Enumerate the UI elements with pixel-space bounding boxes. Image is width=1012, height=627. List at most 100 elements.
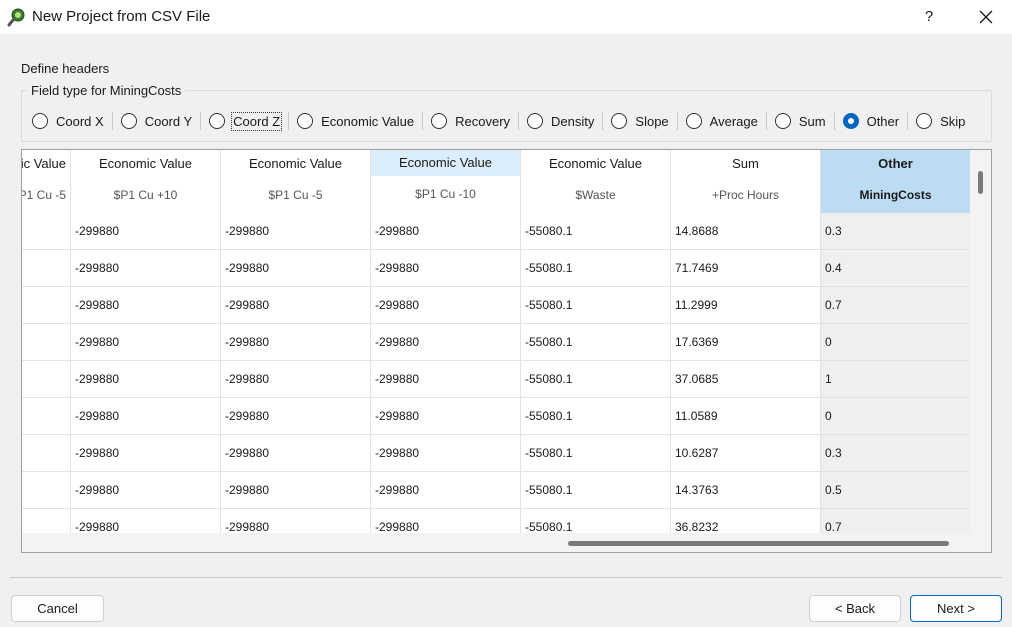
radio-circle[interactable] xyxy=(527,113,544,129)
radio-separator xyxy=(288,112,290,130)
table-cell[interactable] xyxy=(22,398,71,435)
table-cell[interactable]: -299880 xyxy=(71,472,221,509)
radio-economic-value[interactable]: Economic Value xyxy=(297,111,414,131)
table-cell[interactable]: -55080.1 xyxy=(521,472,671,509)
table-cell[interactable]: 11.2999 xyxy=(671,287,821,324)
table-cell[interactable]: -299880 xyxy=(221,287,371,324)
column-header[interactable]: Economic Value $P1 Cu -5 xyxy=(221,150,371,213)
table-cell[interactable]: -55080.1 xyxy=(521,398,671,435)
table-cell[interactable]: -55080.1 xyxy=(521,435,671,472)
table-cell[interactable] xyxy=(22,287,71,324)
table-cell[interactable] xyxy=(22,472,71,509)
title-bar: New Project from CSV File ? xyxy=(0,0,1012,34)
next-button[interactable]: Next > xyxy=(910,595,1002,622)
help-button[interactable]: ? xyxy=(912,3,946,31)
table-cell[interactable]: -299880 xyxy=(71,361,221,398)
radio-circle[interactable] xyxy=(32,113,48,129)
table-cell[interactable]: 0 xyxy=(821,398,971,435)
table-cell[interactable]: 14.3763 xyxy=(671,472,821,509)
column-header[interactable]: Economic Value $P1 Cu +10 xyxy=(71,150,221,213)
radio-coord-x[interactable]: Coord X xyxy=(32,111,104,131)
vertical-scrollbar-thumb[interactable] xyxy=(978,171,983,194)
table-cell[interactable] xyxy=(22,213,71,250)
radio-slope[interactable]: Slope xyxy=(611,111,669,131)
table-cell[interactable]: -299880 xyxy=(71,287,221,324)
table-cell[interactable]: 17.6369 xyxy=(671,324,821,361)
table-cell[interactable]: -299880 xyxy=(221,361,371,398)
radio-coord-y[interactable]: Coord Y xyxy=(120,111,192,131)
table-cell[interactable]: -299880 xyxy=(371,250,521,287)
radio-circle[interactable] xyxy=(209,113,226,129)
radio-skip[interactable]: Skip xyxy=(916,111,965,131)
horizontal-scrollbar-thumb[interactable] xyxy=(568,541,949,546)
column-header[interactable]: Economic Value $Waste xyxy=(521,150,671,213)
radio-circle[interactable] xyxy=(120,113,137,129)
table-cell[interactable] xyxy=(22,250,71,287)
radio-circle-checked[interactable] xyxy=(842,113,859,129)
table-cell[interactable]: -299880 xyxy=(371,472,521,509)
table-cell[interactable]: -299880 xyxy=(221,398,371,435)
table-cell[interactable]: -55080.1 xyxy=(521,213,671,250)
radio-separator xyxy=(422,112,424,130)
table-cell[interactable]: 0.4 xyxy=(821,250,971,287)
table-cell[interactable] xyxy=(22,435,71,472)
table-cell[interactable]: 0.7 xyxy=(821,287,971,324)
table-cell[interactable]: -299880 xyxy=(371,287,521,324)
radio-circle[interactable] xyxy=(774,113,791,129)
table-cell[interactable]: -55080.1 xyxy=(521,250,671,287)
column-header[interactable]: Sum +Proc Hours xyxy=(671,150,821,213)
close-button[interactable] xyxy=(966,3,1006,31)
table-cell[interactable]: -299880 xyxy=(71,435,221,472)
radio-recovery[interactable]: Recovery xyxy=(431,111,510,131)
table-cell[interactable]: -299880 xyxy=(371,398,521,435)
radio-other[interactable]: Other xyxy=(842,111,899,131)
radio-circle[interactable] xyxy=(685,113,702,129)
table-cell[interactable]: 11.0589 xyxy=(671,398,821,435)
table-cell[interactable]: -299880 xyxy=(71,324,221,361)
radio-circle[interactable] xyxy=(916,113,933,129)
table-cell[interactable]: 0.3 xyxy=(821,435,971,472)
section-title: Define headers xyxy=(21,61,110,76)
table-cell[interactable]: 14.8688 xyxy=(671,213,821,250)
table-cell[interactable]: 0.3 xyxy=(821,213,971,250)
table-cell[interactable]: 1 xyxy=(821,361,971,398)
table-cell[interactable]: 37.0685 xyxy=(671,361,821,398)
table-cell[interactable]: -299880 xyxy=(371,435,521,472)
radio-average[interactable]: Average xyxy=(685,111,758,131)
back-button[interactable]: < Back xyxy=(809,595,901,622)
vertical-scrollbar[interactable] xyxy=(970,150,991,533)
table-cell[interactable]: 10.6287 xyxy=(671,435,821,472)
table-cell[interactable] xyxy=(22,361,71,398)
table-cell[interactable] xyxy=(22,324,71,361)
table-cell[interactable]: -299880 xyxy=(221,324,371,361)
table-cell[interactable]: 71.7469 xyxy=(671,250,821,287)
table-cell[interactable]: -299880 xyxy=(71,398,221,435)
radio-sum[interactable]: Sum xyxy=(774,111,826,131)
table-cell[interactable]: -55080.1 xyxy=(521,324,671,361)
table-cell[interactable]: -55080.1 xyxy=(521,287,671,324)
cancel-button[interactable]: Cancel xyxy=(11,595,104,622)
table-cell[interactable]: 0.5 xyxy=(821,472,971,509)
column-name: $P1 Cu +10 xyxy=(113,188,178,202)
column-header[interactable]: Economic Value $P1 Cu -5 xyxy=(21,150,71,213)
radio-coord-z[interactable]: Coord Z xyxy=(209,111,283,131)
column-header[interactable]: Economic Value $P1 Cu -10 xyxy=(371,150,521,213)
table-cell[interactable]: -299880 xyxy=(371,324,521,361)
column-field-type: Economic Value xyxy=(21,156,66,171)
column-field-type: Other xyxy=(878,156,913,171)
column-header[interactable]: Other MiningCosts xyxy=(821,150,971,213)
table-cell[interactable]: -299880 xyxy=(371,361,521,398)
table-cell[interactable]: -299880 xyxy=(221,472,371,509)
table-cell[interactable]: -299880 xyxy=(71,250,221,287)
radio-circle[interactable] xyxy=(611,113,628,129)
radio-circle[interactable] xyxy=(431,113,448,129)
table-cell[interactable]: -299880 xyxy=(71,213,221,250)
table-cell[interactable]: -55080.1 xyxy=(521,361,671,398)
radio-circle[interactable] xyxy=(297,113,314,129)
table-cell[interactable]: 0 xyxy=(821,324,971,361)
table-cell[interactable]: -299880 xyxy=(371,213,521,250)
table-cell[interactable]: -299880 xyxy=(221,435,371,472)
table-cell[interactable]: -299880 xyxy=(221,213,371,250)
radio-density[interactable]: Density xyxy=(527,111,594,131)
table-cell[interactable]: -299880 xyxy=(221,250,371,287)
